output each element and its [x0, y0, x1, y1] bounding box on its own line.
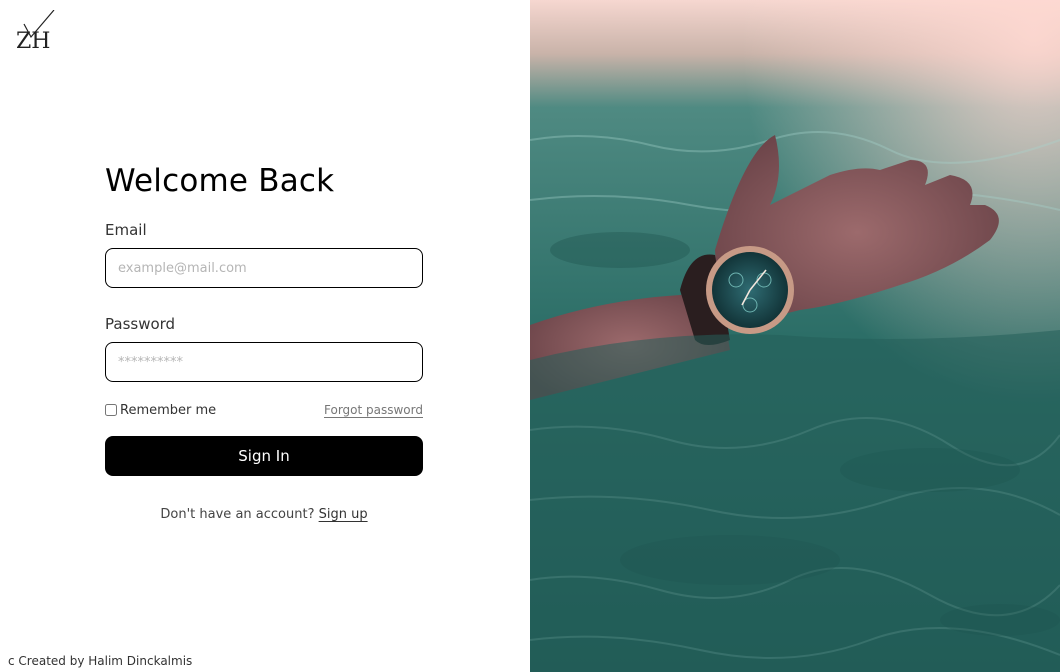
- options-row: Remember me Forgot password: [105, 402, 423, 418]
- svg-text:ZH: ZH: [16, 29, 50, 54]
- email-label: Email: [105, 221, 147, 239]
- sign-in-button[interactable]: Sign In: [105, 436, 423, 476]
- remember-me-checkbox[interactable]: [105, 404, 117, 416]
- login-panel: ZH Welcome Back Email Password Remember …: [0, 0, 530, 672]
- signup-row: Don't have an account? Sign up: [105, 507, 423, 522]
- zh-logo: ZH: [16, 10, 55, 54]
- remember-me: Remember me: [105, 403, 216, 418]
- email-field[interactable]: [105, 248, 423, 288]
- signup-prompt: Don't have an account?: [160, 507, 319, 522]
- footer-credit: c Created by Halim Dinckalmis: [8, 654, 193, 668]
- login-page: ZH Welcome Back Email Password Remember …: [0, 0, 1060, 672]
- password-label: Password: [105, 315, 176, 333]
- login-form: Welcome Back Email Password Remember me …: [105, 160, 423, 522]
- password-field[interactable]: [105, 342, 423, 382]
- page-title: Welcome Back: [105, 163, 335, 199]
- forgot-password-link[interactable]: Forgot password: [324, 403, 423, 417]
- sign-up-link[interactable]: Sign up: [319, 507, 368, 522]
- hand-with-watch-in-water-photo: [530, 0, 1060, 672]
- hero-image: [530, 0, 1060, 672]
- remember-me-label[interactable]: Remember me: [120, 403, 216, 418]
